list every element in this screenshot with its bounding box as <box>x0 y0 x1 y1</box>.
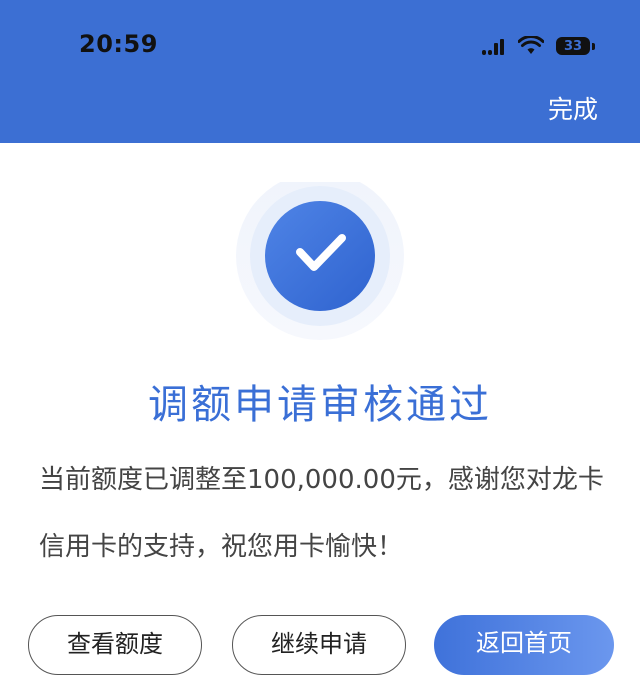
continue-apply-button[interactable]: 继续申请 <box>232 615 406 675</box>
battery-level: 33 <box>563 38 583 54</box>
result-title: 调额申请审核通过 <box>148 382 492 428</box>
header-bar: 20:59 33 完成 <box>0 0 640 143</box>
checkmark-circle-icon <box>236 182 404 340</box>
done-button[interactable]: 完成 <box>548 90 598 126</box>
view-limit-button[interactable]: 查看额度 <box>28 615 202 675</box>
status-icons: 33 <box>482 34 595 58</box>
result-description: 当前额度已调整至100,000.00元，感谢您对龙卡信用卡的支持，祝您用卡愉快！ <box>39 465 604 562</box>
action-buttons: 查看额度 继续申请 返回首页 <box>0 615 640 675</box>
cellular-signal-icon <box>482 37 506 55</box>
wifi-icon <box>518 36 544 54</box>
back-home-button[interactable]: 返回首页 <box>434 615 614 675</box>
battery-icon: 33 <box>556 37 595 55</box>
status-time: 20:59 <box>79 30 158 58</box>
